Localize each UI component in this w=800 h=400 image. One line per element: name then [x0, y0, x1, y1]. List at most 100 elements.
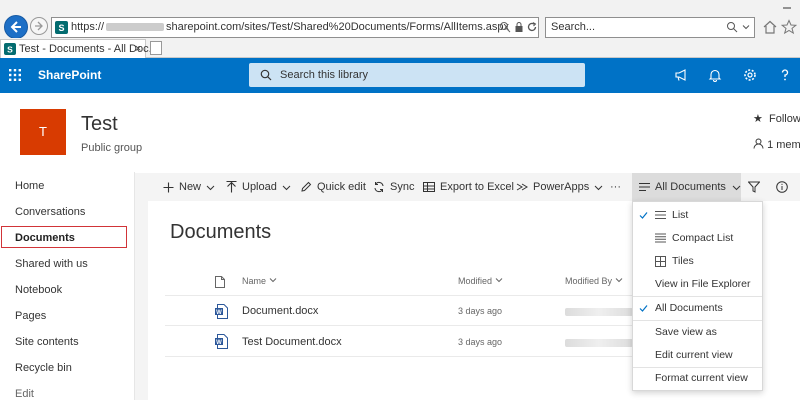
follow-label: Follow — [769, 113, 800, 125]
app-launcher-icon[interactable] — [9, 69, 21, 81]
nav-item-site-contents[interactable]: Site contents — [0, 331, 126, 353]
nav-item-notebook[interactable]: Notebook — [0, 279, 126, 301]
new-tab-button[interactable] — [150, 41, 162, 55]
forward-button[interactable] — [30, 17, 48, 35]
search-icon — [260, 69, 272, 81]
chevron-down-icon — [282, 185, 291, 190]
search-icon[interactable] — [726, 21, 738, 33]
menu-item-format-current-view[interactable]: Format current view — [633, 367, 762, 390]
window-minimize-icon[interactable] — [781, 2, 793, 14]
search-dropdown-icon[interactable] — [499, 21, 511, 33]
file-modified-date: 3 days ago — [458, 337, 503, 347]
refresh-icon[interactable] — [526, 21, 538, 33]
nav-item-conversations[interactable]: Conversations — [0, 201, 126, 223]
list-icon — [655, 211, 666, 219]
members-button[interactable]: 1 memb — [753, 138, 800, 151]
menu-item-tiles[interactable]: Tiles — [633, 250, 762, 273]
members-label: 1 memb — [767, 139, 800, 151]
file-modified-date: 3 days ago — [458, 306, 503, 316]
settings-gear-icon[interactable] — [743, 68, 757, 82]
sync-icon — [374, 181, 384, 193]
word-document-icon: W — [215, 334, 228, 349]
column-header-name[interactable]: Name — [242, 276, 277, 286]
menu-item-save-view-as[interactable]: Save view as — [633, 321, 762, 344]
left-navigation: Home Conversations Documents Shared with… — [0, 172, 135, 400]
file-name-link[interactable]: Test Document.docx — [242, 336, 342, 348]
file-type-header-icon[interactable] — [215, 276, 225, 288]
notifications-bell-icon[interactable] — [708, 68, 722, 82]
header-divider — [165, 295, 633, 296]
sharepoint-brand-link[interactable]: SharePoint — [38, 58, 101, 93]
star-icon: ★ — [753, 113, 763, 125]
info-icon — [776, 181, 788, 193]
upload-button[interactable]: Upload — [226, 173, 291, 201]
url-text: https:// sharepoint.com/sites/Test/Shared… — [71, 18, 509, 37]
column-modified-label: Modified — [458, 276, 493, 286]
row-divider — [165, 356, 633, 357]
quick-edit-button[interactable]: Quick edit — [300, 173, 366, 201]
word-document-icon: W — [215, 304, 228, 319]
svg-text:W: W — [216, 310, 222, 316]
powerapps-button[interactable]: PowerApps — [516, 173, 603, 201]
browser-tab[interactable]: S Test - Documents - All Doc... × — [0, 39, 158, 59]
nav-item-documents[interactable]: Documents — [1, 226, 127, 248]
chevron-down-icon — [732, 185, 741, 190]
megaphone-icon[interactable] — [674, 68, 688, 82]
info-pane-button[interactable] — [776, 173, 793, 201]
browser-window: S https:// sharepoint.com/sites/Test/Shar… — [0, 0, 800, 400]
help-icon[interactable] — [778, 68, 792, 82]
chevron-down-icon — [615, 278, 622, 283]
site-logo[interactable]: T — [20, 109, 66, 155]
browser-search-input[interactable]: Search... — [545, 17, 755, 38]
new-button[interactable]: New — [163, 173, 215, 201]
nav-item-recycle-bin[interactable]: Recycle bin — [0, 357, 126, 379]
powerapps-icon — [516, 183, 528, 191]
library-search-box[interactable]: Search this library — [249, 63, 585, 87]
redacted-modified-by — [565, 339, 633, 347]
powerapps-label: PowerApps — [533, 181, 590, 193]
column-header-modified-by[interactable]: Modified By — [565, 276, 623, 286]
file-name-link[interactable]: Document.docx — [242, 305, 318, 317]
menu-item-label: Save view as — [655, 326, 717, 338]
column-modified-by-label: Modified By — [565, 276, 613, 286]
lock-icon[interactable] — [513, 21, 525, 33]
menu-item-edit-current-view[interactable]: Edit current view — [633, 344, 762, 367]
checkmark-icon — [639, 305, 648, 312]
menu-item-label: All Documents — [655, 302, 723, 314]
sharepoint-favicon-icon: S — [55, 21, 68, 34]
sync-button[interactable]: Sync — [373, 173, 414, 201]
column-header-modified[interactable]: Modified — [458, 276, 503, 286]
view-switcher-button[interactable]: All Documents — [632, 173, 741, 201]
chevron-down-icon[interactable] — [740, 21, 752, 33]
menu-item-label: View in File Explorer — [655, 278, 751, 290]
site-title[interactable]: Test — [81, 113, 118, 136]
more-commands-button[interactable]: ··· — [610, 173, 621, 201]
back-button[interactable] — [4, 15, 28, 39]
checkmark-icon — [639, 212, 648, 219]
follow-button[interactable]: ★ Follow — [753, 112, 800, 125]
address-bar[interactable]: S https:// sharepoint.com/sites/Test/Shar… — [51, 17, 539, 38]
url-prefix: https:// — [71, 21, 105, 33]
sharepoint-favicon-icon: S — [4, 43, 16, 55]
favorites-icon[interactable] — [781, 19, 797, 35]
upload-label: Upload — [242, 181, 277, 193]
menu-item-view-in-file-explorer[interactable]: View in File Explorer — [633, 273, 762, 296]
menu-item-list[interactable]: List — [633, 204, 762, 227]
close-tab-icon[interactable]: × — [135, 40, 141, 58]
pencil-icon — [301, 181, 312, 192]
export-to-excel-button[interactable]: Export to Excel — [423, 173, 514, 201]
nav-item-pages[interactable]: Pages — [0, 305, 126, 327]
filter-button[interactable] — [748, 173, 765, 201]
current-view-label: All Documents — [655, 181, 726, 193]
menu-item-all-documents[interactable]: All Documents — [633, 297, 762, 320]
home-icon[interactable] — [762, 19, 778, 35]
nav-item-home[interactable]: Home — [0, 175, 126, 197]
tiles-icon — [655, 256, 666, 267]
nav-item-shared-with-us[interactable]: Shared with us — [0, 253, 126, 275]
export-label: Export to Excel — [440, 181, 514, 193]
browser-toolbar: S https:// sharepoint.com/sites/Test/Shar… — [0, 0, 800, 39]
column-name-label: Name — [242, 276, 267, 286]
upload-arrow-icon — [226, 181, 237, 193]
nav-edit-link[interactable]: Edit — [0, 383, 126, 400]
menu-item-compact-list[interactable]: Compact List — [633, 227, 762, 250]
